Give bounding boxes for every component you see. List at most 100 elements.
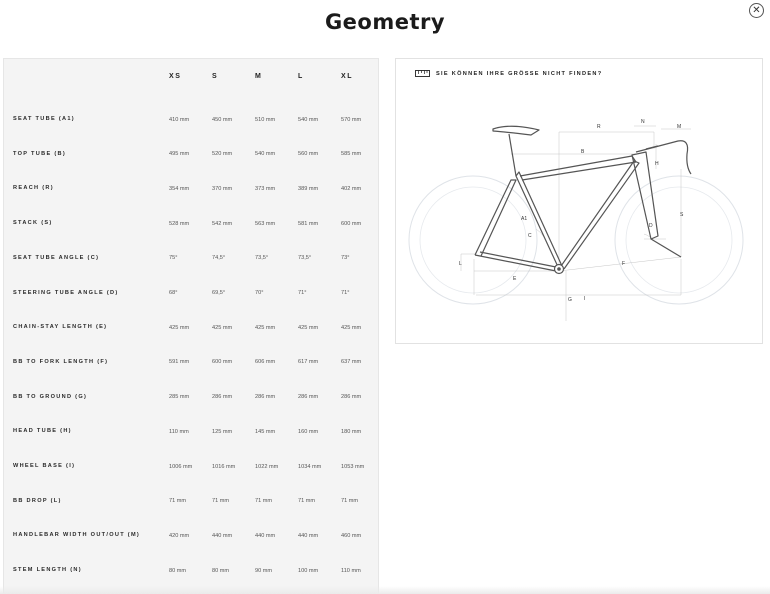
cell-xs: 68° xyxy=(169,290,178,296)
size-header-xl: XL xyxy=(341,73,354,80)
cell-xs: 528 mm xyxy=(169,220,190,227)
cell-m: 606 mm xyxy=(255,359,276,366)
cell-xl: 71° xyxy=(341,290,350,296)
cell-l: 73,5° xyxy=(298,255,312,262)
rear-wheel-inner xyxy=(419,186,527,294)
cell-m: 70° xyxy=(255,290,264,296)
cell-m: 440 mm xyxy=(255,532,276,539)
row-label: HEAD TUBE (H) xyxy=(13,428,72,435)
cell-s: 80 mm xyxy=(212,567,230,574)
close-icon: ✕ xyxy=(752,4,761,16)
cell-s: 450 mm xyxy=(212,116,233,123)
cell-xs: 1006 mm xyxy=(169,463,193,470)
cell-m: 373 mm xyxy=(255,185,276,192)
dim-label-g: G xyxy=(568,297,572,303)
cell-xs: 285 mm xyxy=(169,394,190,401)
cell-xl: 585 mm xyxy=(341,151,362,158)
cell-xl: 402 mm xyxy=(341,185,362,192)
cell-xs: 591 mm xyxy=(169,359,190,366)
geometry-table: XS S M L XL SEAT TUBE (A1) 410 mm 450 mm 51… xyxy=(3,58,379,594)
cell-m: 71 mm xyxy=(255,498,273,505)
cell-m: 563 mm xyxy=(255,220,276,227)
cell-s: 69,5° xyxy=(212,290,226,296)
cell-xs: 75° xyxy=(169,255,178,262)
front-wheel-inner xyxy=(625,186,733,294)
row-label: BB TO FORK LENGTH (F) xyxy=(13,358,109,365)
cell-s: 71 mm xyxy=(212,498,230,505)
cell-xs: 410 mm xyxy=(169,116,190,123)
cell-xl: 286 mm xyxy=(341,394,362,401)
cell-s: 440 mm xyxy=(212,532,233,539)
dim-label-r: R xyxy=(597,124,601,130)
cell-xs: 110 mm xyxy=(169,428,189,435)
dim-label-a1: A1 xyxy=(521,216,527,222)
row-label: HANDLEBAR WIDTH OUT/OUT (M) xyxy=(13,532,141,539)
cell-s: 286 mm xyxy=(212,394,233,401)
cell-xl: 180 mm xyxy=(341,428,362,435)
row-label: STEERING TUBE ANGLE (D) xyxy=(13,289,119,296)
bike-geometry-illustration: R N M B H S A1 C D L E F G I xyxy=(408,119,744,321)
dim-label-l: L xyxy=(459,261,462,267)
cell-l: 540 mm xyxy=(298,116,319,123)
dim-label-n: N xyxy=(641,119,645,125)
cell-s: 542 mm xyxy=(212,220,233,227)
cell-l: 560 mm xyxy=(298,151,319,158)
cell-xs: 354 mm xyxy=(169,185,190,192)
cell-s: 425 mm xyxy=(212,324,233,331)
dim-label-i: I xyxy=(584,296,585,302)
cell-m: 425 mm xyxy=(255,324,276,331)
row-label: SEAT TUBE (A1) xyxy=(13,116,75,122)
cell-m: 73,5° xyxy=(255,255,269,262)
cell-l: 1034 mm xyxy=(298,463,322,470)
dim-label-h: H xyxy=(655,161,659,167)
cell-s: 370 mm xyxy=(212,185,233,192)
close-button[interactable]: ✕ xyxy=(749,3,764,18)
rear-wheel-outer xyxy=(408,175,538,305)
size-header-m: M xyxy=(255,73,263,80)
cell-s: 1016 mm xyxy=(212,463,236,470)
cell-xl: 460 mm xyxy=(341,532,362,539)
cell-m: 90 mm xyxy=(255,567,273,574)
geometry-diagram: SIE KÖNNEN IHRE GRÖSSE NICHT FINDEN? R N… xyxy=(395,58,763,344)
cell-l: 71° xyxy=(298,290,307,296)
cell-l: 286 mm xyxy=(298,394,319,401)
cell-m: 540 mm xyxy=(255,151,276,158)
row-label: REACH (R) xyxy=(13,185,54,192)
size-header-l: L xyxy=(298,73,304,80)
row-label: TOP TUBE (B) xyxy=(13,150,66,157)
row-label: STACK (S) xyxy=(13,220,53,227)
cell-l: 617 mm xyxy=(298,359,319,366)
cell-s: 125 mm xyxy=(212,428,233,435)
dim-label-m: M xyxy=(677,124,681,130)
cell-l: 440 mm xyxy=(298,532,319,539)
dim-label-c: C xyxy=(528,233,532,239)
cell-l: 71 mm xyxy=(298,498,316,505)
cell-l: 389 mm xyxy=(298,185,319,192)
row-label: SEAT TUBE ANGLE (C) xyxy=(13,254,100,261)
cell-xl: 570 mm xyxy=(341,116,362,123)
cell-l: 160 mm xyxy=(298,428,319,435)
cell-m: 1022 mm xyxy=(255,463,279,470)
dim-label-f: F xyxy=(622,261,625,267)
cell-xl: 73° xyxy=(341,255,350,262)
cell-m: 145 mm xyxy=(255,428,276,435)
row-label: WHEEL BASE (I) xyxy=(13,463,76,469)
cell-xl: 71 mm xyxy=(341,498,359,505)
cell-l: 100 mm xyxy=(298,567,319,574)
cell-l: 425 mm xyxy=(298,324,319,331)
cell-xs: 420 mm xyxy=(169,532,190,539)
cell-xl: 425 mm xyxy=(341,324,362,331)
cell-xl: 637 mm xyxy=(341,359,362,366)
bottom-fade xyxy=(0,586,770,594)
row-label: STEM LENGTH (N) xyxy=(13,567,82,574)
dim-label-d: D xyxy=(649,223,653,229)
cell-s: 520 mm xyxy=(212,151,233,158)
cell-xs: 425 mm xyxy=(169,324,190,331)
cell-l: 581 mm xyxy=(298,220,319,227)
cell-s: 600 mm xyxy=(212,359,233,366)
size-header-xs: XS xyxy=(169,73,182,80)
size-header-s: S xyxy=(212,73,219,80)
cell-m: 510 mm xyxy=(255,116,276,123)
cell-xs: 71 mm xyxy=(169,498,187,505)
row-label: CHAIN-STAY LENGTH (E) xyxy=(13,324,108,331)
